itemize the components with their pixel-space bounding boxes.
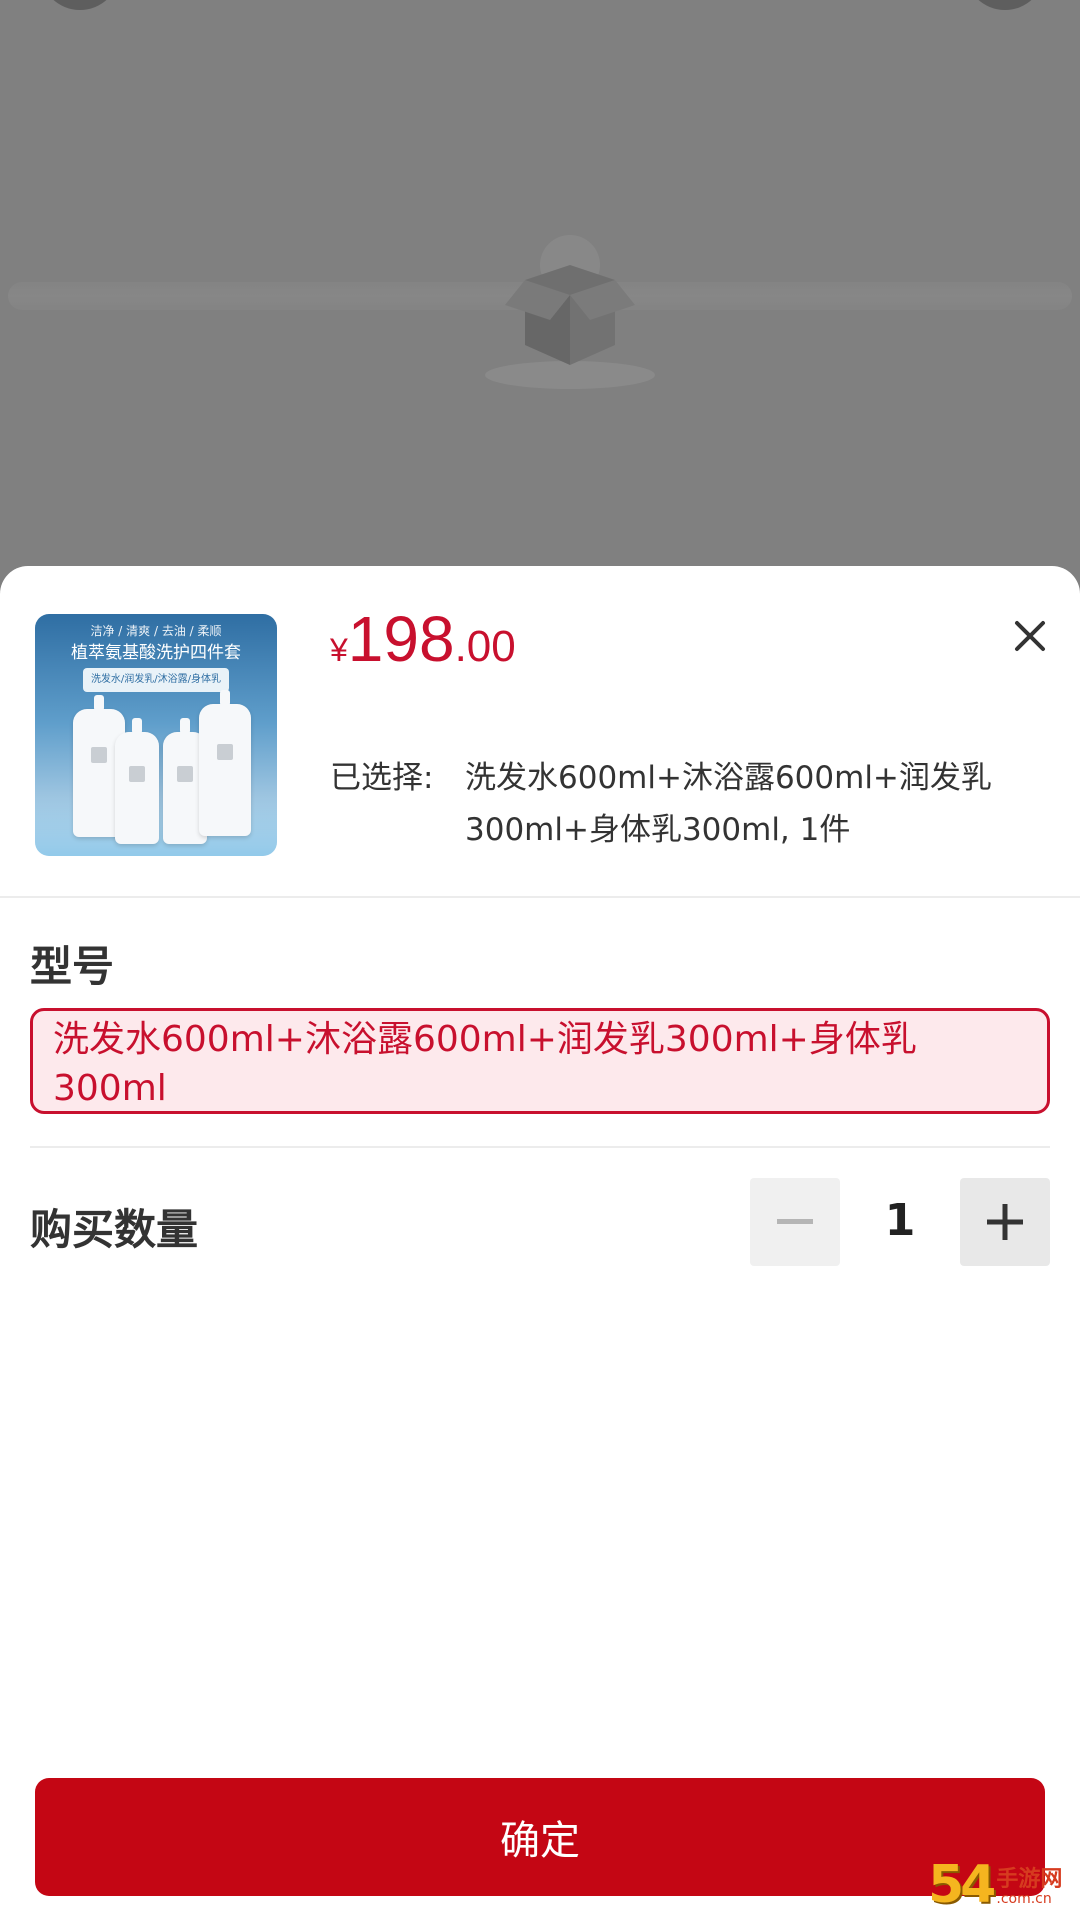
product-image-tagline: 洁净 / 清爽 / 去油 / 柔顺 bbox=[90, 624, 222, 638]
price-integer: 198 bbox=[347, 603, 455, 675]
product-image-banner: 洁净 / 清爽 / 去油 / 柔顺 植萃氨基酸洗护四件套 洗发水/润发乳/沐浴露… bbox=[35, 620, 277, 692]
product-image: 洁净 / 清爽 / 去油 / 柔顺 植萃氨基酸洗护四件套 洗发水/润发乳/沐浴露… bbox=[35, 614, 277, 856]
selected-label: 已选择: bbox=[330, 760, 434, 796]
variant-section-title: 型号 bbox=[30, 942, 115, 991]
minus-icon bbox=[777, 1219, 813, 1224]
site-watermark: 54 手游网 .com.cn bbox=[928, 1848, 1078, 1914]
close-icon bbox=[1015, 621, 1045, 651]
back-button-shadow bbox=[40, 0, 120, 10]
price: ¥198.00 bbox=[330, 602, 516, 676]
watermark-domain: .com.cn bbox=[996, 1891, 1052, 1907]
quantity-label: 购买数量 bbox=[30, 1205, 199, 1254]
variant-option-selected[interactable]: 洗发水600ml+沐浴露600ml+润发乳300ml+身体乳300ml bbox=[30, 1008, 1050, 1114]
close-button[interactable] bbox=[1008, 614, 1052, 658]
watermark-text: 手游网 .com.cn bbox=[996, 1867, 1063, 1907]
menu-button-shadow bbox=[965, 0, 1045, 10]
product-image-subtitle: 洗发水/润发乳/沐浴露/身体乳 bbox=[82, 668, 230, 692]
divider bbox=[0, 896, 1080, 898]
bottle-conditioner bbox=[115, 718, 159, 844]
sku-selector-sheet: 洁净 / 清爽 / 去油 / 柔顺 植萃氨基酸洗护四件套 洗发水/润发乳/沐浴露… bbox=[0, 566, 1080, 1920]
divider bbox=[30, 1146, 1050, 1148]
plus-icon bbox=[987, 1204, 1023, 1240]
product-image-title: 植萃氨基酸洗护四件套 bbox=[71, 643, 241, 663]
currency-symbol: ¥ bbox=[330, 632, 348, 668]
watermark-logo-digits: 54 bbox=[928, 1855, 996, 1915]
quantity-increase-button[interactable] bbox=[960, 1178, 1050, 1266]
price-decimal: .00 bbox=[454, 622, 516, 671]
dimmed-background[interactable] bbox=[0, 0, 1080, 600]
watermark-main: 手游网 bbox=[996, 1867, 1063, 1892]
quantity-decrease-button[interactable] bbox=[750, 1178, 840, 1266]
quantity-value[interactable]: 1 bbox=[860, 1186, 940, 1256]
confirm-button[interactable]: 确定 bbox=[35, 1778, 1045, 1896]
empty-box-illustration bbox=[485, 235, 655, 389]
bottle-body-wash bbox=[199, 690, 251, 836]
selected-value: 洗发水600ml+沐浴露600ml+润发乳300ml+身体乳300ml, 1件 bbox=[465, 760, 992, 848]
